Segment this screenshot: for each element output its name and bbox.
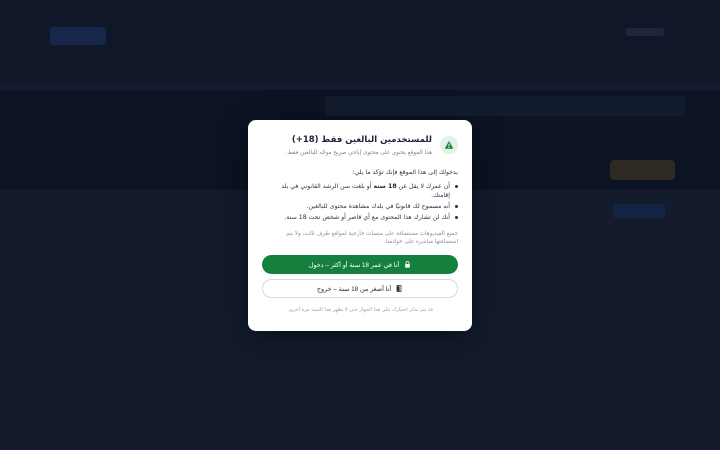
condition-no-minors: أنك لن تشارك هذا المحتوى مع أي قاصر أو ش… <box>262 213 458 222</box>
lock-icon <box>404 261 411 268</box>
age-verification-modal: للمستخدمين البالغين فقط (18+) هذا الموقع… <box>248 120 472 331</box>
condition-age: أن عمرك لا يقل عن 18 سنة أو بلغت سن الرش… <box>262 182 458 200</box>
hosting-note: جميع الفيديوهات مستضافة على منصات خارجية… <box>286 231 458 245</box>
modal-title: للمستخدمين البالغين فقط (18+) <box>291 135 432 145</box>
enter-button-label: أنا في عمر 18 سنة أو أكثر – دخول <box>308 261 400 269</box>
enter-button[interactable]: أنا في عمر 18 سنة أو أكثر – دخول <box>262 255 458 274</box>
conditions-list: أن عمرك لا يقل عن 18 سنة أو بلغت سن الرش… <box>262 182 458 222</box>
modal-header: للمستخدمين البالغين فقط (18+) هذا الموقع… <box>262 134 458 157</box>
modal-subtitle: هذا الموقع يحتوي على محتوى إباحي صريح مو… <box>285 150 432 156</box>
exit-button[interactable]: أنا أصغر من 18 سنة – خروج <box>262 279 458 298</box>
warning-icon <box>440 136 458 154</box>
exit-button-label: أنا أصغر من 18 سنة – خروج <box>316 285 392 293</box>
modal-intro: بدخولك إلى هذا الموقع فإنك تؤكد ما يلي: <box>352 169 458 176</box>
door-exit-icon <box>396 285 403 292</box>
modal-footer-note: قد يتم تذكر اختيارك على هذا الجهاز حتى ل… <box>287 307 433 313</box>
condition-legal: أنه مسموح لك قانونيًا في بلدك مشاهدة محت… <box>262 202 458 211</box>
